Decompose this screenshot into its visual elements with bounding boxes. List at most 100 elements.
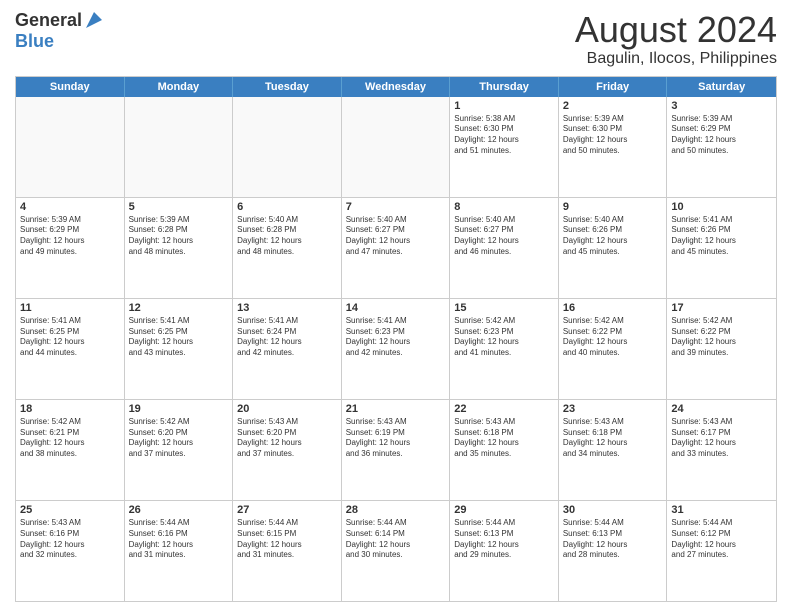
calendar-cell: 12 Sunrise: 5:41 AM Sunset: 6:25 PM Dayli… <box>125 299 234 399</box>
day-info: Sunrise: 5:43 AM Sunset: 6:16 PM Dayligh… <box>20 518 120 561</box>
day-info: Sunrise: 5:42 AM Sunset: 6:20 PM Dayligh… <box>129 417 229 460</box>
calendar-cell: 14 Sunrise: 5:41 AM Sunset: 6:23 PM Dayli… <box>342 299 451 399</box>
calendar-header: SundayMondayTuesdayWednesdayThursdayFrid… <box>16 77 776 97</box>
day-info: Sunrise: 5:40 AM Sunset: 6:26 PM Dayligh… <box>563 215 663 258</box>
calendar-header-day: Wednesday <box>342 77 451 97</box>
calendar-cell <box>342 97 451 197</box>
calendar-cell: 18Sunrise: 5:42 AM Sunset: 6:21 PM Dayli… <box>16 400 125 500</box>
day-number: 2 <box>563 100 663 112</box>
day-info: Sunrise: 5:40 AM Sunset: 6:27 PM Dayligh… <box>454 215 554 258</box>
title-area: August 2024 Bagulin, Ilocos, Philippines <box>575 10 777 68</box>
day-info: Sunrise: 5:44 AM Sunset: 6:13 PM Dayligh… <box>454 518 554 561</box>
calendar-cell: 29 Sunrise: 5:44 AM Sunset: 6:13 PM Dayli… <box>450 501 559 601</box>
calendar-cell: 27Sunrise: 5:44 AM Sunset: 6:15 PM Dayli… <box>233 501 342 601</box>
day-info: Sunrise: 5:44 AM Sunset: 6:12 PM Dayligh… <box>671 518 772 561</box>
day-number: 9 <box>563 201 663 213</box>
calendar-cell: 10Sunrise: 5:41 AM Sunset: 6:26 PM Dayli… <box>667 198 776 298</box>
main-title: August 2024 <box>575 10 777 50</box>
day-number: 18 <box>20 403 120 415</box>
calendar-cell: 25 Sunrise: 5:43 AM Sunset: 6:16 PM Dayli… <box>16 501 125 601</box>
calendar-cell: 2Sunrise: 5:39 AM Sunset: 6:30 PM Daylig… <box>559 97 668 197</box>
calendar-cell: 30 Sunrise: 5:44 AM Sunset: 6:13 PM Dayli… <box>559 501 668 601</box>
calendar-cell: 28Sunrise: 5:44 AM Sunset: 6:14 PM Dayli… <box>342 501 451 601</box>
calendar: SundayMondayTuesdayWednesdayThursdayFrid… <box>15 76 777 602</box>
day-number: 5 <box>129 201 229 213</box>
day-info: Sunrise: 5:40 AM Sunset: 6:28 PM Dayligh… <box>237 215 337 258</box>
calendar-cell: 16 Sunrise: 5:42 AM Sunset: 6:22 PM Dayli… <box>559 299 668 399</box>
day-number: 26 <box>129 504 229 516</box>
day-number: 23 <box>563 403 663 415</box>
day-info: Sunrise: 5:42 AM Sunset: 6:23 PM Dayligh… <box>454 316 554 359</box>
calendar-row: 11Sunrise: 5:41 AM Sunset: 6:25 PM Dayli… <box>16 299 776 400</box>
day-info: Sunrise: 5:42 AM Sunset: 6:22 PM Dayligh… <box>671 316 772 359</box>
day-number: 27 <box>237 504 337 516</box>
day-number: 12 <box>129 302 229 314</box>
calendar-cell: 8 Sunrise: 5:40 AM Sunset: 6:27 PM Daylig… <box>450 198 559 298</box>
day-info: Sunrise: 5:43 AM Sunset: 6:18 PM Dayligh… <box>454 417 554 460</box>
day-number: 14 <box>346 302 446 314</box>
day-info: Sunrise: 5:44 AM Sunset: 6:13 PM Dayligh… <box>563 518 663 561</box>
day-number: 25 <box>20 504 120 516</box>
day-info: Sunrise: 5:39 AM Sunset: 6:29 PM Dayligh… <box>20 215 120 258</box>
day-number: 29 <box>454 504 554 516</box>
calendar-cell: 19 Sunrise: 5:42 AM Sunset: 6:20 PM Dayli… <box>125 400 234 500</box>
day-info: Sunrise: 5:43 AM Sunset: 6:17 PM Dayligh… <box>671 417 772 460</box>
day-info: Sunrise: 5:43 AM Sunset: 6:19 PM Dayligh… <box>346 417 446 460</box>
day-number: 10 <box>671 201 772 213</box>
day-number: 24 <box>671 403 772 415</box>
day-number: 16 <box>563 302 663 314</box>
calendar-header-day: Thursday <box>450 77 559 97</box>
day-number: 15 <box>454 302 554 314</box>
day-info: Sunrise: 5:41 AM Sunset: 6:25 PM Dayligh… <box>129 316 229 359</box>
day-number: 31 <box>671 504 772 516</box>
logo: General Blue <box>15 10 104 52</box>
day-info: Sunrise: 5:38 AM Sunset: 6:30 PM Dayligh… <box>454 114 554 157</box>
day-number: 13 <box>237 302 337 314</box>
calendar-cell: 23Sunrise: 5:43 AM Sunset: 6:18 PM Dayli… <box>559 400 668 500</box>
day-info: Sunrise: 5:41 AM Sunset: 6:23 PM Dayligh… <box>346 316 446 359</box>
day-number: 19 <box>129 403 229 415</box>
day-info: Sunrise: 5:39 AM Sunset: 6:28 PM Dayligh… <box>129 215 229 258</box>
calendar-cell: 22 Sunrise: 5:43 AM Sunset: 6:18 PM Dayli… <box>450 400 559 500</box>
day-info: Sunrise: 5:40 AM Sunset: 6:27 PM Dayligh… <box>346 215 446 258</box>
calendar-cell: 24 Sunrise: 5:43 AM Sunset: 6:17 PM Dayli… <box>667 400 776 500</box>
subtitle: Bagulin, Ilocos, Philippines <box>575 50 777 68</box>
day-number: 1 <box>454 100 554 112</box>
calendar-row: 18Sunrise: 5:42 AM Sunset: 6:21 PM Dayli… <box>16 400 776 501</box>
calendar-cell <box>125 97 234 197</box>
logo-triangle-icon <box>84 10 104 30</box>
calendar-body: 1 Sunrise: 5:38 AM Sunset: 6:30 PM Daylig… <box>16 97 776 601</box>
calendar-cell <box>233 97 342 197</box>
day-info: Sunrise: 5:41 AM Sunset: 6:24 PM Dayligh… <box>237 316 337 359</box>
calendar-cell: 21 Sunrise: 5:43 AM Sunset: 6:19 PM Dayli… <box>342 400 451 500</box>
calendar-cell <box>16 97 125 197</box>
calendar-cell: 1 Sunrise: 5:38 AM Sunset: 6:30 PM Daylig… <box>450 97 559 197</box>
day-info: Sunrise: 5:44 AM Sunset: 6:14 PM Dayligh… <box>346 518 446 561</box>
day-number: 6 <box>237 201 337 213</box>
day-info: Sunrise: 5:41 AM Sunset: 6:25 PM Dayligh… <box>20 316 120 359</box>
day-info: Sunrise: 5:43 AM Sunset: 6:20 PM Dayligh… <box>237 417 337 460</box>
calendar-header-day: Tuesday <box>233 77 342 97</box>
day-number: 22 <box>454 403 554 415</box>
calendar-cell: 3Sunrise: 5:39 AM Sunset: 6:29 PM Daylig… <box>667 97 776 197</box>
header: General Blue August 2024 Bagulin, Ilocos… <box>15 10 777 68</box>
calendar-cell: 26Sunrise: 5:44 AM Sunset: 6:16 PM Dayli… <box>125 501 234 601</box>
calendar-cell: 20 Sunrise: 5:43 AM Sunset: 6:20 PM Dayli… <box>233 400 342 500</box>
calendar-header-day: Friday <box>559 77 668 97</box>
calendar-header-day: Saturday <box>667 77 776 97</box>
day-info: Sunrise: 5:42 AM Sunset: 6:22 PM Dayligh… <box>563 316 663 359</box>
calendar-cell: 13 Sunrise: 5:41 AM Sunset: 6:24 PM Dayli… <box>233 299 342 399</box>
calendar-cell: 15 Sunrise: 5:42 AM Sunset: 6:23 PM Dayli… <box>450 299 559 399</box>
day-number: 21 <box>346 403 446 415</box>
calendar-cell: 7Sunrise: 5:40 AM Sunset: 6:27 PM Daylig… <box>342 198 451 298</box>
calendar-cell: 9 Sunrise: 5:40 AM Sunset: 6:26 PM Daylig… <box>559 198 668 298</box>
calendar-header-day: Monday <box>125 77 234 97</box>
calendar-cell: 5 Sunrise: 5:39 AM Sunset: 6:28 PM Daylig… <box>125 198 234 298</box>
day-number: 3 <box>671 100 772 112</box>
logo-general: General <box>15 10 82 31</box>
day-number: 8 <box>454 201 554 213</box>
calendar-header-day: Sunday <box>16 77 125 97</box>
day-number: 20 <box>237 403 337 415</box>
day-number: 30 <box>563 504 663 516</box>
calendar-row: 25 Sunrise: 5:43 AM Sunset: 6:16 PM Dayli… <box>16 501 776 601</box>
